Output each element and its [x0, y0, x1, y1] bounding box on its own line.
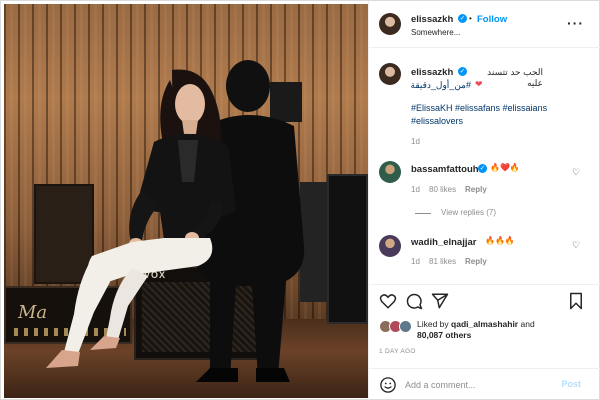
header-separator: • — [469, 14, 472, 23]
heart-icon[interactable] — [379, 292, 397, 310]
post-time-ago[interactable]: 1 DAY AGO — [379, 348, 416, 355]
post-location[interactable]: Somewhere... — [411, 28, 460, 37]
follow-button[interactable]: Follow — [477, 14, 507, 25]
comment-age: 1d — [411, 257, 420, 266]
post-header: elissazkh ✓ • Follow Somewhere... ··· — [369, 1, 600, 48]
post-side-panel: elissazkh ✓ • Follow Somewhere... ··· el… — [368, 1, 600, 400]
caption-avatar[interactable] — [379, 63, 401, 85]
comment-likes[interactable]: 81 likes — [429, 257, 456, 266]
woman-figure — [46, 69, 236, 368]
liked-by-text[interactable]: Liked by qadi_almashahir and 80,087 othe… — [417, 319, 567, 341]
more-options-icon[interactable]: ··· — [567, 15, 584, 31]
liked-by-prefix: Liked by — [417, 319, 452, 329]
comment-heart-icon[interactable]: ♡ — [572, 167, 580, 178]
caption-username[interactable]: elissazkh — [411, 67, 453, 78]
instagram-post-frame: Ma VOX elissazkh ✓ • Follow Somewhere...… — [0, 0, 600, 400]
comment-heart-icon[interactable]: ♡ — [572, 240, 580, 251]
comment-username[interactable]: wadih_elnajjar — [411, 237, 476, 248]
view-replies-line — [415, 213, 431, 214]
verified-icon: ✓ — [458, 14, 467, 23]
liked-by-user[interactable]: qadi_almashahir — [451, 319, 518, 329]
reply-button[interactable]: Reply — [465, 257, 487, 266]
caption-hashtag-arabic[interactable]: #من_أول_دقيقة — [411, 80, 471, 91]
comment-icon[interactable] — [405, 292, 423, 310]
caption-heart: ❤ — [475, 79, 483, 89]
emoji-icon[interactable] — [379, 376, 397, 394]
liker-avatar[interactable] — [399, 320, 412, 333]
comment-age: 1d — [411, 185, 420, 194]
action-bar — [369, 284, 600, 314]
liked-by-others[interactable]: 80,087 others — [417, 330, 471, 340]
verified-icon: ✓ — [458, 67, 467, 76]
speaker-cabinet-right — [327, 174, 368, 324]
add-comment-input[interactable] — [405, 378, 555, 392]
add-comment-bar: Post — [369, 368, 600, 400]
comment-avatar-bassam[interactable] — [379, 161, 401, 183]
verified-icon: ✓ — [478, 164, 487, 173]
post-comment-button[interactable]: Post — [561, 379, 581, 389]
post-photo[interactable]: Ma VOX — [4, 4, 368, 398]
caption-hashtags[interactable]: #ElissaKH #elissafans #elissaians #eliss… — [411, 102, 551, 128]
avatar[interactable] — [379, 13, 401, 35]
caption-age: 1d — [411, 137, 420, 146]
bookmark-icon[interactable] — [567, 292, 585, 310]
view-replies-button[interactable]: View replies (7) — [441, 208, 496, 217]
comment-text: 🔥🔥🔥 — [485, 236, 515, 245]
share-icon[interactable] — [431, 292, 449, 310]
comment-likes[interactable]: 80 likes — [429, 185, 456, 194]
comment-text: 🔥❤️🔥 — [490, 163, 520, 172]
comment-username[interactable]: bassamfattouh — [411, 164, 479, 175]
reply-button[interactable]: Reply — [465, 185, 487, 194]
post-username[interactable]: elissazkh — [411, 14, 453, 25]
liked-by-and: and — [518, 319, 535, 329]
comment-avatar-wadih[interactable] — [379, 235, 401, 257]
